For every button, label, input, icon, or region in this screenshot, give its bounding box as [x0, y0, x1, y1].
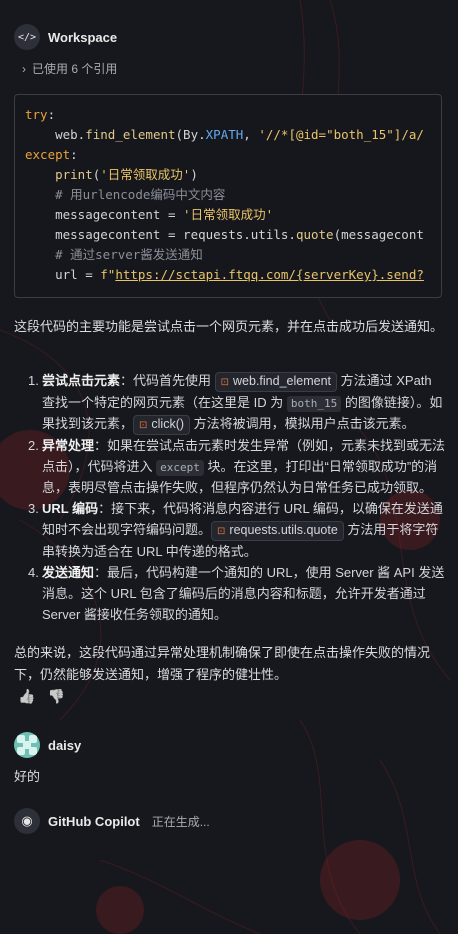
workspace-name: Workspace [48, 29, 118, 45]
code-token: f" [100, 267, 116, 282]
code-token: (messagecont [333, 227, 424, 242]
summary-paragraph: 总的来说，这段代码通过异常处理机制确保了即使在点击操作失败的情况下，仍然能够发送… [14, 645, 431, 682]
explanation-list: 1. 尝试点击元素：代码首先使用 ⊡ web.find_element 方法通过 … [14, 370, 446, 625]
generating-status: 正在生成... [151, 814, 210, 829]
code-line: # 用urlencode编码中文内容 [25, 185, 431, 205]
code-token: : [47, 107, 56, 122]
symbol-icon: ⊡ [217, 526, 226, 537]
list-item: 2. 异常处理：如果在尝试点击元素时发生异常（例如，元素未找到或无法点击），代码… [14, 435, 446, 498]
list-number: 4. [28, 565, 39, 580]
code-token: quote [295, 227, 334, 242]
item-text: ：最后，代码构建一个通知的 URL，使用 Server 酱 API 发送消息。这… [42, 565, 445, 622]
chip-label: web.find_element [233, 374, 332, 388]
code-token: : [70, 147, 78, 162]
symbol-icon: ⊡ [220, 377, 230, 388]
item-title: 尝试点击元素 [42, 373, 121, 388]
code-token: , [243, 127, 259, 142]
item-text: 方法将被调用，模拟用户点击该元素。 [190, 416, 415, 431]
code-token: messagecontent = [25, 207, 184, 222]
inline-code: both_15 [286, 396, 342, 412]
code-line: try: [25, 105, 431, 125]
chip-label: click() [151, 417, 185, 431]
list-number: 2. [28, 438, 39, 453]
code-token: '日常领取成功' [183, 207, 274, 222]
code-reference-chip[interactable]: ⊡ requests.utils.quote [211, 521, 344, 541]
code-token: # 用urlencode编码中文内容 [25, 187, 226, 202]
avatar [14, 732, 40, 758]
code-token: # 通过server酱发送通知 [25, 247, 203, 262]
list-item: 3. URL 编码：接下来，代码将消息内容进行 URL 编码，以确保在发送通知时… [14, 498, 446, 562]
code-reference-chip[interactable]: ⊡ click() [133, 415, 191, 435]
references-label: 已使用 6 个引用 [32, 62, 118, 76]
item-text: ：代码首先使用 [120, 373, 215, 388]
intro-paragraph: 这段代码的主要功能是尝试点击一个网页元素，并在点击成功后发送通知。 [14, 319, 444, 334]
item-title: 发送通知 [42, 565, 95, 580]
code-line: except: [25, 145, 431, 165]
code-token: '//*[@id="both_15"]/a/ [258, 127, 424, 142]
list-number: 1. [28, 373, 39, 388]
code-token: (By. [175, 127, 206, 142]
user-message: 好的 [14, 769, 41, 784]
thumbs-up-icon[interactable]: 👍 [18, 688, 35, 705]
code-token: print [55, 167, 93, 182]
code-token: web. [25, 127, 86, 142]
code-line: url = f"https://sctapi.ftqq.com/{serverK… [25, 265, 431, 285]
copilot-header: ◉ GitHub Copilot 正在生成... [14, 808, 210, 834]
references-toggle[interactable]: › 已使用 6 个引用 [22, 60, 117, 77]
code-token: XPATH [205, 127, 244, 142]
code-token: url = [25, 267, 101, 282]
code-token: messagecontent = requests.utils. [25, 227, 296, 242]
feedback-bar: 👍 👎 [18, 688, 65, 705]
item-title: URL 编码 [42, 501, 99, 516]
symbol-icon: ⊡ [139, 420, 148, 431]
code-line: print('日常领取成功') [25, 165, 431, 185]
code-token: https://sctapi.ftqq.com/{serverKey}.send… [115, 267, 424, 282]
code-token: try [25, 107, 48, 122]
code-line: messagecontent = '日常领取成功' [25, 205, 431, 225]
copilot-name: GitHub Copilot [48, 813, 140, 829]
code-token: ) [190, 167, 198, 182]
code-line: web.find_element(By.XPATH, '//*[@id="bot… [25, 125, 431, 145]
user-header: daisy [14, 732, 81, 758]
list-item: 4. 发送通知：最后，代码构建一个通知的 URL，使用 Server 酱 API… [14, 562, 446, 625]
chip-label: requests.utils.quote [229, 523, 338, 537]
copilot-icon: ◉ [14, 808, 40, 834]
thumbs-down-icon[interactable]: 👎 [47, 688, 64, 705]
workspace-icon: </> [14, 24, 40, 50]
code-token: except [25, 147, 71, 162]
code-line: # 通过server酱发送通知 [25, 245, 431, 265]
user-name: daisy [48, 737, 82, 753]
workspace-header: </> Workspace [14, 24, 117, 50]
item-title: 异常处理 [42, 438, 95, 453]
code-reference-chip[interactable]: ⊡ web.find_element [214, 372, 338, 392]
inline-code: except [156, 460, 204, 476]
code-line: messagecontent = requests.utils.quote(me… [25, 225, 431, 245]
list-item: 1. 尝试点击元素：代码首先使用 ⊡ web.find_element 方法通过 … [14, 370, 446, 435]
code-block[interactable]: try: web.find_element(By.XPATH, '//*[@id… [14, 94, 442, 298]
chevron-right-icon: › [22, 61, 26, 76]
code-token: '日常领取成功' [100, 167, 191, 182]
list-number: 3. [28, 501, 39, 516]
code-token: find_element [85, 127, 176, 142]
